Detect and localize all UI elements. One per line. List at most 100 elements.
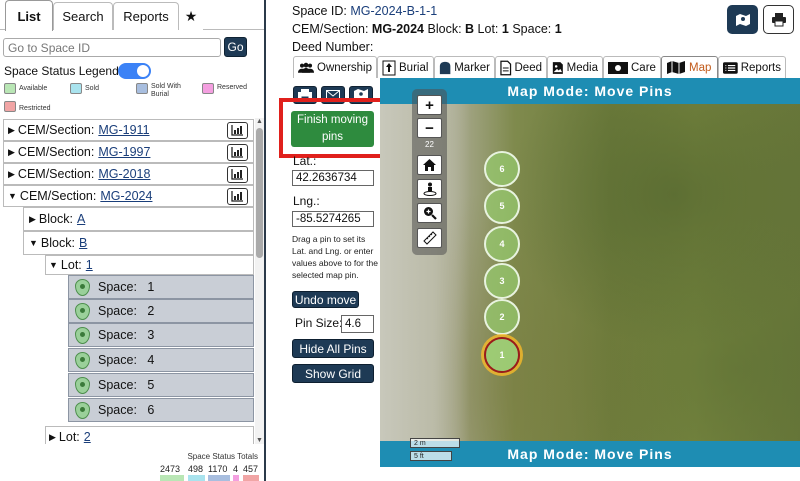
tab-deed[interactable]: Deed	[495, 56, 547, 78]
list-icon	[723, 61, 738, 74]
cem-link[interactable]: MG-1911	[98, 123, 149, 137]
tab-burial[interactable]: Burial	[377, 56, 434, 78]
total-bar	[188, 475, 205, 481]
map-view-button[interactable]	[727, 5, 758, 34]
block-row-a[interactable]: ▶ Block: A	[23, 207, 254, 231]
space-row-5[interactable]: Space: 5	[68, 373, 254, 397]
collapse-icon[interactable]: ▼	[49, 260, 58, 270]
hide-all-pins-button[interactable]: Hide All Pins	[292, 339, 374, 358]
expand-icon[interactable]: ▶	[49, 432, 56, 443]
zoom-in-button[interactable]: +	[417, 95, 442, 115]
cem-row-mg-2018[interactable]: ▶ CEM/Section: MG-2018	[3, 163, 254, 185]
burial-icon	[382, 60, 396, 75]
lot-row-1[interactable]: ▼ Lot: 1	[45, 255, 254, 275]
map-pin-icon	[75, 302, 90, 320]
zoom-area-button[interactable]	[417, 203, 442, 223]
pin-size-input[interactable]: 4.6	[341, 315, 374, 333]
tab-list[interactable]: List	[5, 0, 53, 31]
lng-input[interactable]: -85.5274265	[292, 211, 374, 227]
map-pin-icon	[75, 351, 90, 369]
space-row-4[interactable]: Space: 4	[68, 348, 254, 372]
headstone-icon	[439, 61, 451, 74]
map-pin-1-selected[interactable]: 1	[484, 337, 520, 373]
pin-size-label: Pin Size:	[295, 316, 343, 330]
space-row-2[interactable]: Space: 2	[68, 299, 254, 323]
total-bar	[233, 475, 239, 481]
scroll-up-icon[interactable]: ▲	[256, 118, 263, 125]
tab-map[interactable]: Map	[661, 56, 718, 78]
legend-available: Available	[4, 83, 47, 94]
map-pin-5[interactable]: 5	[484, 188, 520, 224]
expand-icon[interactable]: ▶	[8, 147, 15, 158]
left-panel: List Search Reports ★ Go Space Status Le…	[0, 0, 266, 481]
map-pin-6[interactable]: 6	[484, 151, 520, 187]
block-row-b[interactable]: ▼ Block: B	[23, 231, 254, 255]
map-pin-3[interactable]: 3	[484, 263, 520, 299]
map-pin-4[interactable]: 4	[484, 226, 520, 262]
cem-link[interactable]: MG-2024	[100, 189, 152, 203]
collapse-icon[interactable]: ▼	[29, 238, 38, 248]
cem-link[interactable]: MG-1997	[98, 145, 150, 159]
cem-row-mg-1997[interactable]: ▶ CEM/Section: MG-1997	[3, 141, 254, 163]
total-available: 2473	[160, 464, 181, 474]
expand-icon[interactable]: ▶	[8, 169, 15, 180]
location-line: CEM/Section: MG-2024 Block: B Lot: 1 Spa…	[292, 22, 562, 36]
tab-reports-right[interactable]: Reports	[718, 56, 786, 78]
chart-icon[interactable]	[227, 144, 248, 161]
lot-link[interactable]: 1	[86, 258, 93, 272]
map-toolbar: + − 22	[412, 89, 447, 255]
scroll-down-icon[interactable]: ▼	[256, 437, 263, 444]
expand-icon[interactable]: ▶	[8, 125, 15, 136]
print-button[interactable]	[763, 5, 794, 34]
undo-move-button[interactable]: Undo move	[292, 291, 359, 308]
space-row-6[interactable]: Space: 6	[68, 398, 254, 422]
tab-ownership[interactable]: Ownership	[293, 56, 377, 78]
show-grid-button[interactable]: Show Grid	[292, 364, 374, 383]
total-restricted: 457	[243, 464, 259, 474]
home-button[interactable]	[417, 155, 442, 175]
totals-title: Space Status Totals	[187, 452, 258, 461]
expand-icon[interactable]: ▶	[29, 214, 36, 225]
tab-care[interactable]: Care	[603, 56, 661, 78]
tree-scrollbar[interactable]: ▲ ▼	[255, 118, 264, 444]
total-bar	[160, 475, 184, 481]
cem-row-mg-1911[interactable]: ▶ CEM/Section: MG-1911	[3, 119, 254, 141]
map-pin-2[interactable]: 2	[484, 299, 520, 335]
highlight-box	[279, 98, 387, 158]
map-pin-icon	[75, 326, 90, 344]
go-button[interactable]: Go	[224, 37, 247, 57]
lot-link[interactable]: 2	[84, 430, 91, 444]
chart-icon[interactable]	[227, 188, 248, 205]
lot-row-2[interactable]: ▶ Lot: 2	[45, 426, 254, 444]
cem-link[interactable]: MG-2018	[98, 167, 150, 181]
measure-button[interactable]	[417, 228, 442, 248]
legend-swatch	[4, 83, 16, 94]
scale-feet: 5 ft	[410, 451, 452, 461]
legend-swatch	[136, 83, 148, 94]
ruler-icon	[422, 231, 437, 245]
tab-search[interactable]: Search	[53, 2, 113, 30]
tab-marker[interactable]: Marker	[434, 56, 495, 78]
collapse-icon[interactable]: ▼	[8, 191, 17, 201]
block-link[interactable]: A	[77, 212, 85, 226]
chart-icon[interactable]	[227, 122, 248, 139]
space-row-1[interactable]: Space: 1	[68, 275, 254, 299]
tab-media[interactable]: Media	[547, 56, 603, 78]
cem-row-mg-2024[interactable]: ▼ CEM/Section: MG-2024	[3, 185, 254, 207]
chart-icon[interactable]	[227, 166, 248, 183]
space-id-search-input[interactable]	[3, 38, 221, 57]
lng-label: Lng.:	[293, 194, 320, 208]
block-link[interactable]: B	[79, 236, 87, 250]
tab-favorites[interactable]: ★	[179, 2, 203, 30]
scrollbar-thumb[interactable]	[256, 128, 263, 258]
space-row-3[interactable]: Space: 3	[68, 323, 254, 347]
tab-reports[interactable]: Reports	[113, 2, 179, 30]
image-icon	[552, 61, 563, 74]
zoom-out-button[interactable]: −	[417, 118, 442, 138]
magnifier-icon	[423, 207, 437, 220]
lat-input[interactable]: 42.2636734	[292, 170, 374, 186]
scale-meters: 2 m	[410, 438, 460, 448]
legend-swatch	[70, 83, 82, 94]
locate-button[interactable]	[417, 179, 442, 199]
legend-toggle[interactable]	[118, 63, 151, 79]
